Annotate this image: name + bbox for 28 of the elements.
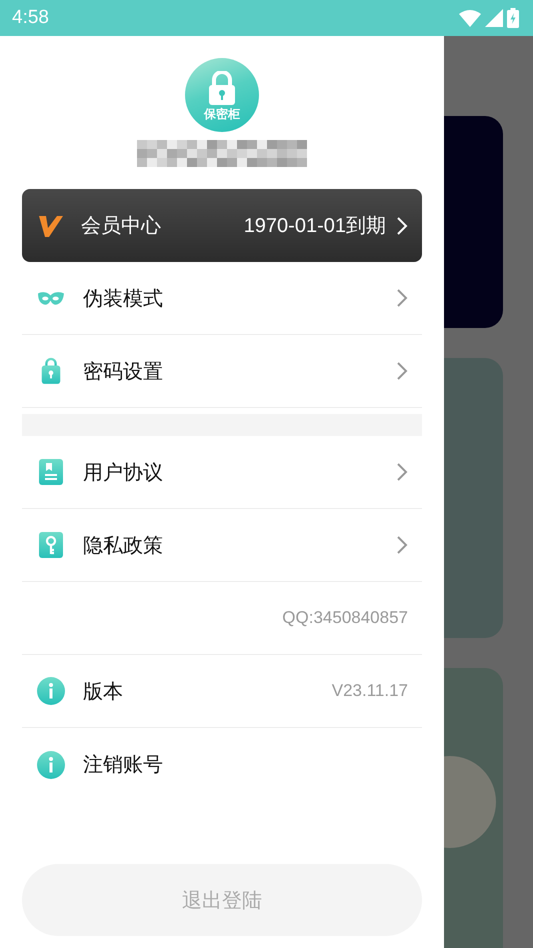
chevron-icon — [396, 535, 408, 555]
vip-row[interactable]: 会员中心 1970-01-01到期 — [22, 189, 422, 262]
chevron-icon — [396, 462, 408, 482]
menu-item[interactable]: 隐私政策 — [22, 509, 422, 582]
chevron-icon — [396, 288, 408, 308]
app-logo: 保密柜 — [185, 58, 259, 132]
v-logo-icon — [39, 214, 63, 238]
signal-icon — [485, 9, 503, 27]
expiry-date: 1970-01-01到期 — [244, 214, 386, 239]
menu-item[interactable]: 用户协议 — [22, 436, 422, 509]
info-icon — [37, 750, 65, 778]
wifi-icon — [459, 9, 481, 27]
battery-icon — [507, 8, 519, 28]
vip-label: 会员中心 — [81, 212, 162, 239]
menu-item[interactable]: 密码设置 — [22, 335, 422, 408]
chevron-icon — [396, 361, 408, 381]
key-icon — [39, 532, 63, 558]
contact-text: QQ:3450840857 — [282, 608, 408, 628]
chevron-icon — [396, 216, 408, 236]
lock-icon — [207, 70, 237, 104]
menu-item[interactable]: 版本 V23.11.17 — [22, 655, 422, 728]
menu-item[interactable]: 注销账号 — [22, 728, 422, 801]
info-icon — [37, 677, 65, 705]
menu-item[interactable]: 伪装模式 — [22, 262, 422, 335]
book-icon — [39, 459, 63, 485]
lock-icon — [39, 357, 63, 385]
mask-icon — [37, 290, 65, 306]
status-time: 4:58 — [12, 7, 49, 29]
